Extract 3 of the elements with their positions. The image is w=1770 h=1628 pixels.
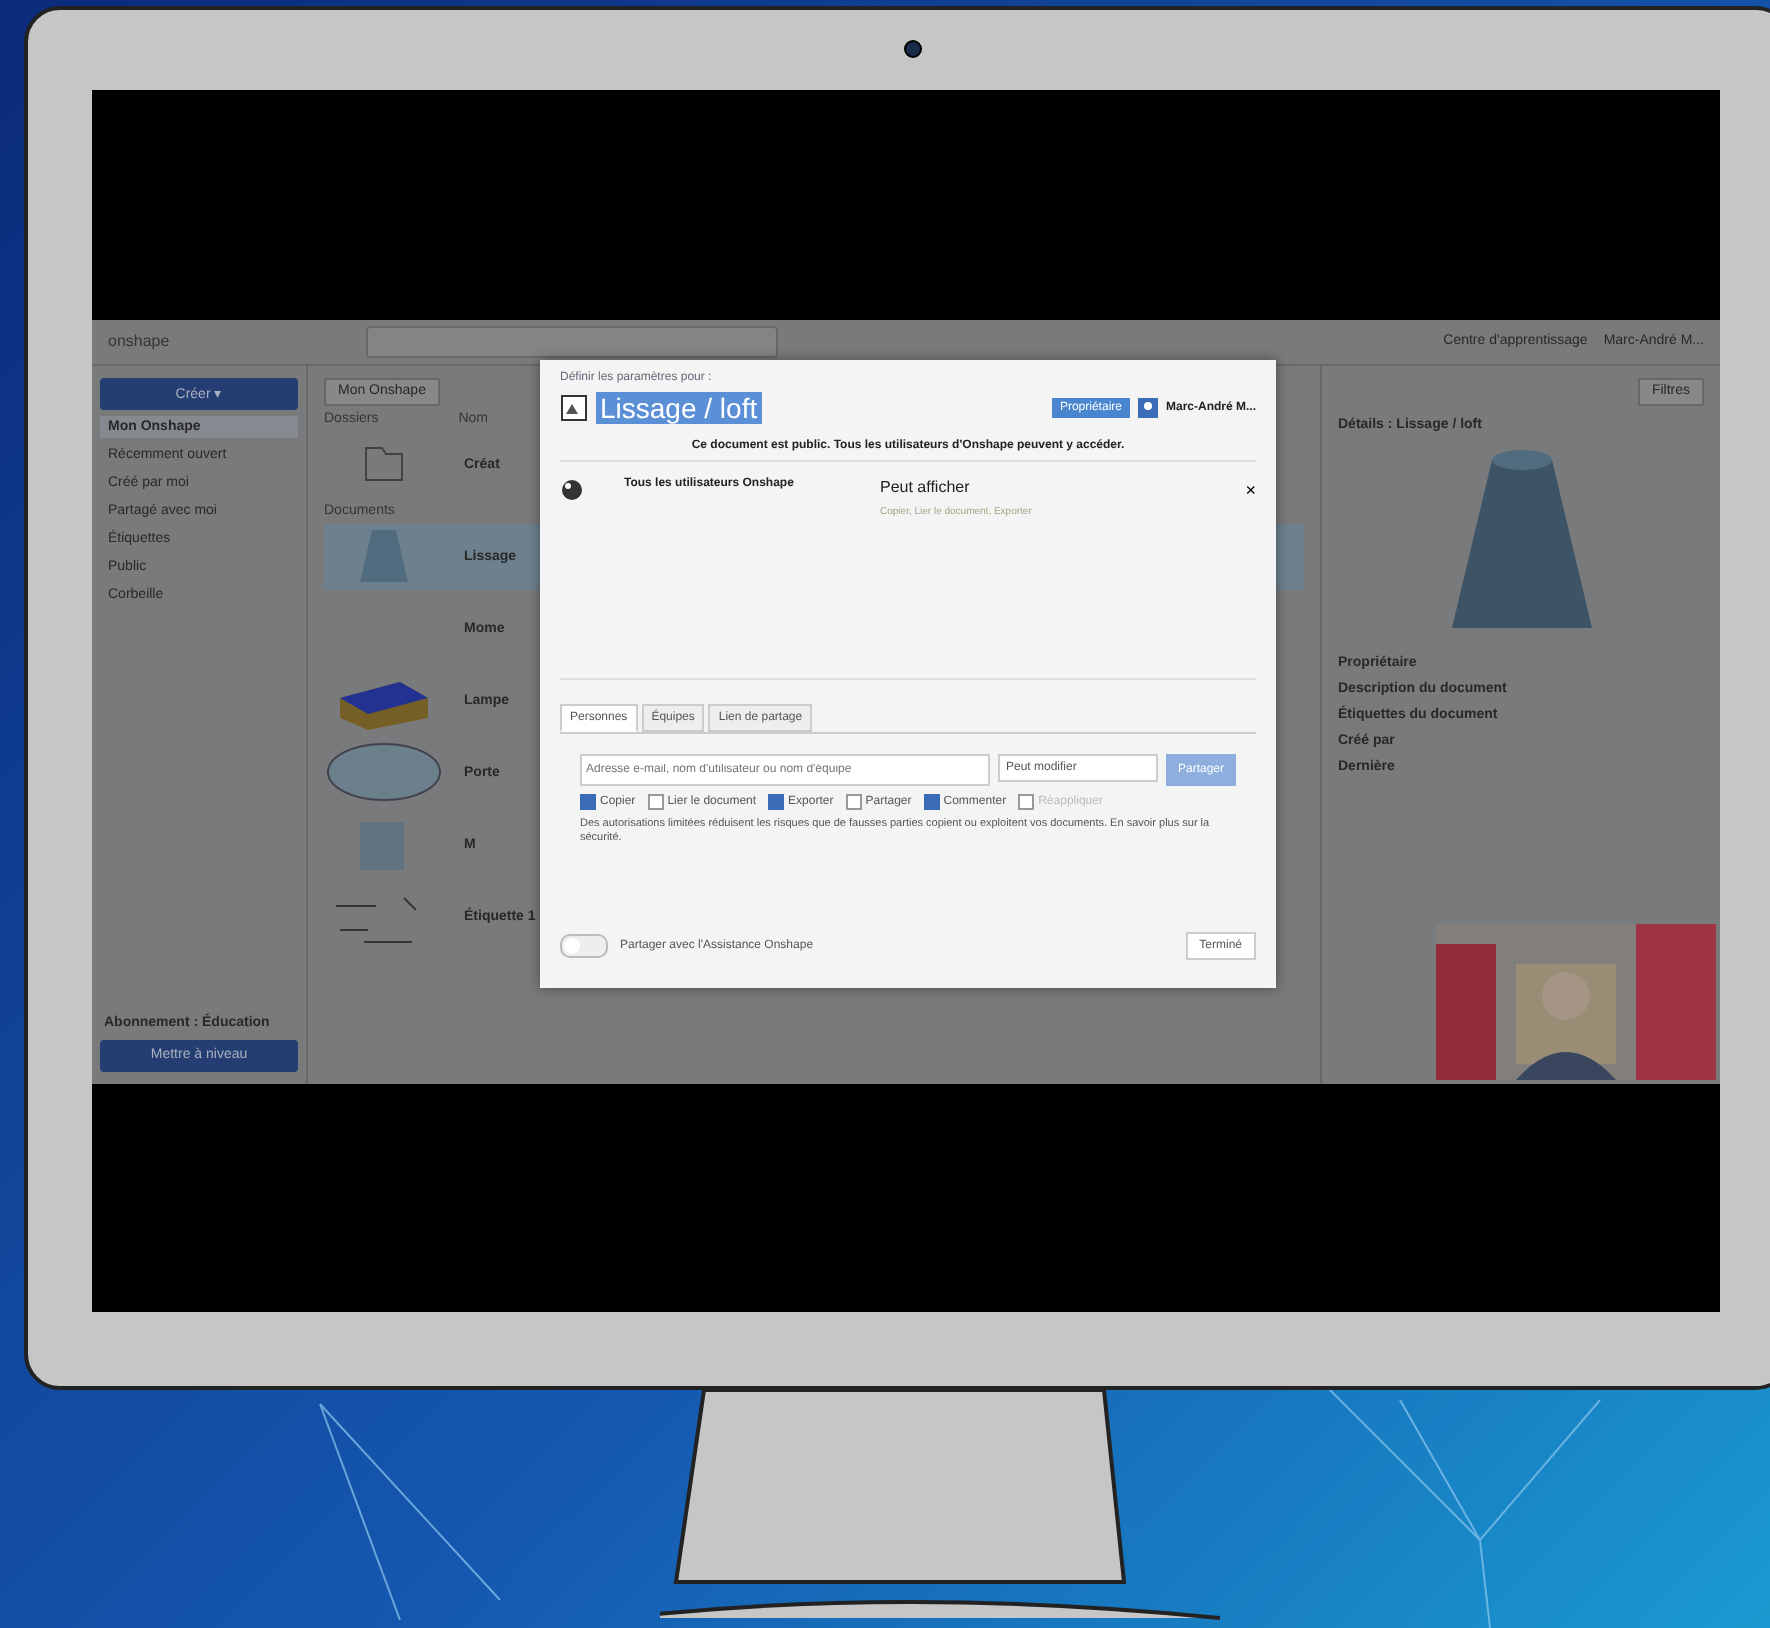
permission-level: Peut afficher [880,477,972,495]
dialog-title: Lissage / loft [596,391,762,423]
app-logo: onshape [108,332,170,350]
